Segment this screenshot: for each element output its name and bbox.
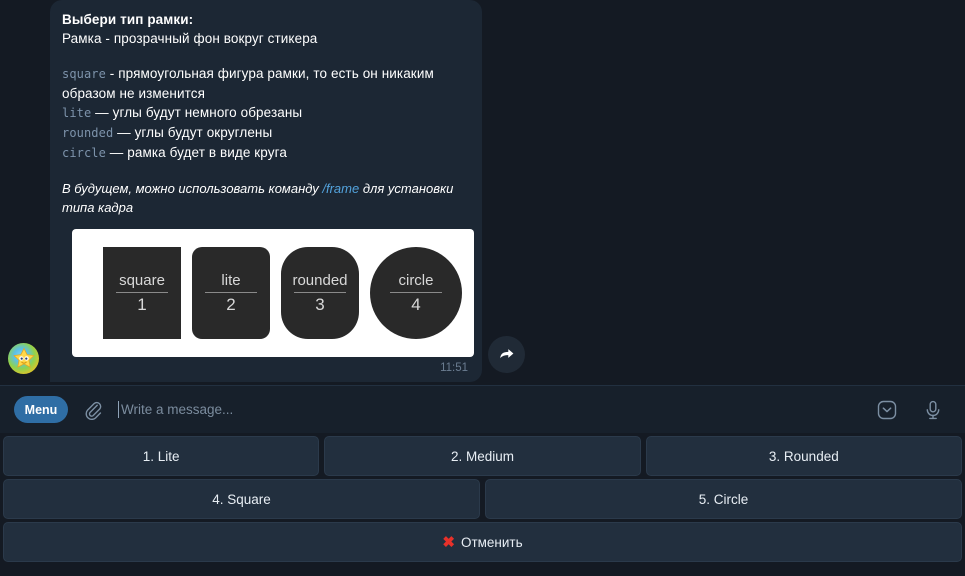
frame-tile-rounded: rounded 3 (281, 247, 359, 339)
message-title: Выбери тип рамки: (62, 12, 194, 27)
forward-button[interactable] (488, 336, 525, 373)
note-before-text: В будущем, можно использовать команду (62, 181, 323, 196)
definition-square-text: - прямоугольная фигура рамки, то есть он… (62, 66, 434, 101)
code-keyword-circle: circle (62, 146, 106, 160)
sticker-panel-button[interactable] (875, 398, 899, 422)
definition-rounded-text: — углы будут округлены (113, 125, 273, 140)
forward-arrow-icon (500, 349, 514, 359)
keyboard-row-3: ✖ Отменить (3, 522, 962, 562)
code-keyword-square: square (62, 67, 106, 81)
code-keyword-rounded: rounded (62, 126, 114, 140)
cross-mark-emoji-icon: ✖ (442, 533, 455, 551)
keyboard-button-rounded[interactable]: 3. Rounded (645, 436, 962, 476)
keyboard-row-1: 1. Lite 2. Medium 3. Rounded (3, 436, 962, 476)
frame-type-tiles: square 1 lite 2 rounded 3 circle 4 (103, 247, 462, 339)
keyboard-button-lite[interactable]: 1. Lite (3, 436, 320, 476)
keyboard-button-square[interactable]: 4. Square (3, 479, 480, 519)
frame-tile-rounded-name: rounded (292, 271, 348, 289)
message-timestamp: 11:51 (440, 362, 468, 374)
menu-button[interactable]: Menu (14, 396, 68, 423)
keyboard-button-cancel[interactable]: ✖ Отменить (3, 522, 962, 562)
composer-right-icons (875, 398, 945, 422)
keyboard-button-medium[interactable]: 2. Medium (324, 436, 641, 476)
definition-lite: lite — углы будут немного обрезаны (62, 103, 470, 123)
frame-command-note: В будущем, можно использовать команду /f… (62, 179, 470, 217)
frame-tile-lite-name: lite (221, 271, 241, 289)
voice-message-button[interactable] (921, 398, 945, 422)
definition-square: square - прямоугольная фигура рамки, то … (62, 64, 470, 103)
definition-circle-text: — рамка будет в виде круга (105, 145, 287, 160)
message-subtitle: Рамка - прозрачный фон вокруг стикера (62, 31, 318, 46)
divider (294, 291, 346, 293)
keyboard-row-2: 4. Square 5. Circle (3, 479, 962, 519)
message-composer: Menu Write a message... (0, 385, 965, 433)
message-input-wrapper[interactable]: Write a message... (118, 386, 875, 433)
frame-tile-square-number: 1 (137, 294, 147, 314)
message-bubble: Выбери тип рамки: Рамка - прозрачный фон… (50, 0, 482, 382)
divider (116, 291, 168, 293)
frame-tile-circle-name: circle (398, 271, 434, 289)
divider (390, 291, 442, 293)
paperclip-icon (85, 401, 102, 420)
star-character-avatar-icon (12, 347, 35, 368)
definition-circle: circle — рамка будет в виде круга (62, 143, 470, 163)
frame-tile-rounded-number: 3 (315, 294, 325, 314)
avatar[interactable] (8, 343, 39, 374)
keyboard-button-cancel-label: Отменить (460, 534, 523, 550)
chat-message-area: Выбери тип рамки: Рамка - прозрачный фон… (0, 0, 965, 385)
message-input[interactable]: Write a message... (119, 402, 233, 417)
code-keyword-lite: lite (62, 106, 92, 120)
attach-button[interactable] (82, 399, 104, 421)
frame-tile-square: square 1 (103, 247, 181, 339)
divider (205, 291, 257, 293)
custom-keyboard: 1. Lite 2. Medium 3. Rounded 4. Square 5… (0, 433, 965, 576)
chevron-down-square-icon (877, 400, 897, 419)
frame-tile-circle-number: 4 (411, 294, 421, 314)
definition-rounded: rounded — углы будут округлены (62, 123, 470, 143)
frame-tile-circle: circle 4 (370, 247, 462, 339)
keyboard-button-circle[interactable]: 5. Circle (485, 479, 962, 519)
definition-lite-text: — углы будут немного обрезаны (91, 105, 303, 120)
media-preview-card[interactable]: square 1 lite 2 rounded 3 circle 4 (72, 229, 474, 357)
frame-tile-square-name: square (119, 271, 165, 289)
frame-tile-lite: lite 2 (192, 247, 270, 339)
frame-tile-lite-number: 2 (226, 294, 236, 314)
microphone-icon (926, 400, 940, 419)
frame-command-link[interactable]: /frame (322, 181, 359, 196)
